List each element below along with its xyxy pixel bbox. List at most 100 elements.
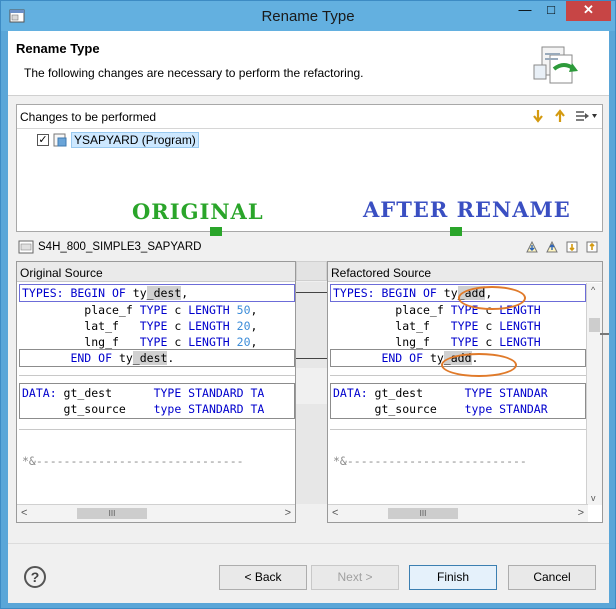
code-line: lng_f TYPE c LENGTH 20, — [22, 334, 257, 350]
scroll-up-icon[interactable]: ^ — [591, 285, 595, 295]
code-token: gt_dest — [63, 386, 154, 400]
scroll-down-icon[interactable]: v — [591, 493, 596, 503]
scroll-left-icon[interactable]: < — [21, 507, 27, 519]
code-token: place_f — [333, 303, 451, 317]
scroll-right-icon[interactable]: > — [578, 507, 584, 519]
code-token: type STANDAR — [464, 402, 548, 416]
next-change-compare-icon[interactable] — [564, 239, 580, 255]
changes-separator — [17, 128, 602, 129]
code-token: TYPE — [139, 335, 168, 349]
code-token: LENGTH — [499, 319, 541, 333]
gutter-connector-line — [296, 292, 327, 293]
scroll-thumb[interactable] — [589, 318, 600, 332]
code-token: 50 — [229, 303, 251, 317]
previous-difference-icon[interactable] — [544, 239, 560, 255]
help-icon[interactable]: ? — [24, 566, 46, 588]
cancel-button[interactable]: Cancel — [508, 565, 596, 590]
previous-change-compare-icon[interactable] — [584, 239, 600, 255]
code-token: , — [250, 303, 258, 317]
compare-gutter — [296, 261, 327, 523]
original-horizontal-scrollbar[interactable]: < III > — [17, 504, 295, 522]
annotation-original: ORIGINAL — [132, 199, 264, 224]
code-token-highlight: _dest — [146, 286, 182, 300]
code-token: lng_f — [22, 335, 140, 349]
next-change-icon[interactable] — [530, 108, 546, 124]
change-tree-item[interactable]: ✓ YSAPYARD (Program) — [37, 132, 199, 148]
scroll-grip: III — [108, 509, 116, 518]
code-token: c — [167, 319, 189, 333]
back-button[interactable]: < Back — [219, 565, 307, 590]
change-checkbox[interactable]: ✓ — [37, 134, 49, 146]
code-token: TYPES: BEGIN OF — [22, 286, 133, 300]
highlight-ellipse — [441, 353, 517, 377]
original-source-code[interactable]: TYPES: BEGIN OF ty_dest, place_f TYPE c … — [17, 283, 295, 505]
code-token: gt_dest — [374, 386, 465, 400]
scroll-thumb[interactable]: III — [388, 508, 458, 519]
finish-button[interactable]: Finish — [409, 565, 497, 590]
preview-file-name: S4H_800_SIMPLE3_SAPYARD — [38, 241, 202, 253]
code-token: TYPE — [450, 319, 479, 333]
code-token: LENGTH — [499, 335, 541, 349]
code-token: c — [478, 319, 500, 333]
maximize-button[interactable]: □ — [538, 1, 564, 21]
compare-toolbar — [524, 239, 600, 255]
code-line: TYPES: BEGIN OF ty_dest, — [22, 285, 188, 301]
code-token: ty — [132, 286, 147, 300]
code-line: lat_f TYPE c LENGTH 20, — [22, 318, 257, 334]
original-source-pane: Original Source TYPES: BEGIN OF ty_dest,… — [16, 261, 296, 523]
code-token: ty — [118, 351, 133, 365]
code-line: *&------------------------------ — [22, 454, 244, 468]
code-token: LENGTH — [188, 335, 230, 349]
refactoring-wizard-icon — [533, 46, 578, 84]
next-difference-icon[interactable] — [524, 239, 540, 255]
scroll-left-icon[interactable]: < — [332, 507, 338, 519]
code-line: lng_f TYPE c LENGTH — [333, 334, 541, 350]
section-divider — [19, 429, 295, 430]
code-token: gt_source — [333, 402, 465, 416]
gutter-connector-line — [296, 358, 327, 359]
scroll-thumb[interactable]: III — [77, 508, 147, 519]
code-token: ty — [443, 286, 458, 300]
code-token: 20 — [229, 335, 251, 349]
code-token: , — [250, 335, 258, 349]
code-token: END OF — [22, 351, 119, 365]
code-line: *&-------------------------- — [333, 454, 527, 468]
close-button[interactable]: ✕ — [566, 1, 611, 21]
code-token: , — [250, 319, 258, 333]
code-token: TYPE — [450, 335, 479, 349]
code-token: TYPE — [139, 303, 168, 317]
changes-toolbar — [530, 108, 598, 124]
scroll-right-icon[interactable]: > — [285, 507, 291, 519]
refactored-vertical-scrollbar[interactable]: ^ v — [586, 283, 602, 505]
refactored-horizontal-scrollbar[interactable]: < III > — [328, 504, 588, 522]
scroll-grip: III — [419, 509, 427, 518]
code-token: 20 — [229, 319, 251, 333]
code-token: END OF — [333, 351, 430, 365]
title-bar[interactable]: Rename Type — □ ✕ — [1, 1, 615, 31]
previous-change-icon[interactable] — [552, 108, 568, 124]
code-token: lat_f — [333, 319, 451, 333]
code-token-highlight: _dest — [132, 351, 168, 365]
code-token: type STANDARD TA — [153, 402, 265, 416]
refactored-source-title: Refactored Source — [328, 262, 602, 282]
code-token: , — [181, 286, 189, 300]
minimize-button[interactable]: — — [512, 1, 538, 21]
gutter-context-band — [296, 404, 327, 504]
annotation-after-rename: AFTER RENAME — [363, 197, 571, 222]
code-line: place_f TYPE c LENGTH 50, — [22, 302, 257, 318]
refactored-source-code[interactable]: TYPES: BEGIN OF ty_add, place_f TYPE c L… — [328, 283, 586, 505]
code-token: TYPE STANDAR — [464, 386, 548, 400]
code-line: END OF ty_dest. — [22, 350, 174, 366]
filter-changes-icon[interactable] — [574, 108, 598, 124]
source-file-icon — [18, 240, 34, 254]
code-token: . — [167, 351, 175, 365]
code-token: c — [167, 335, 189, 349]
code-line: lat_f TYPE c LENGTH — [333, 318, 541, 334]
code-token: DATA: — [22, 386, 64, 400]
gutter-change-band — [296, 282, 327, 368]
wizard-footer: ? < Back Next > Finish Cancel — [8, 543, 609, 603]
original-source-title: Original Source — [17, 262, 295, 282]
changes-title: Changes to be performed — [20, 110, 157, 124]
code-line: gt_source type STANDARD TA — [22, 401, 265, 417]
next-button[interactable]: Next > — [311, 565, 399, 590]
